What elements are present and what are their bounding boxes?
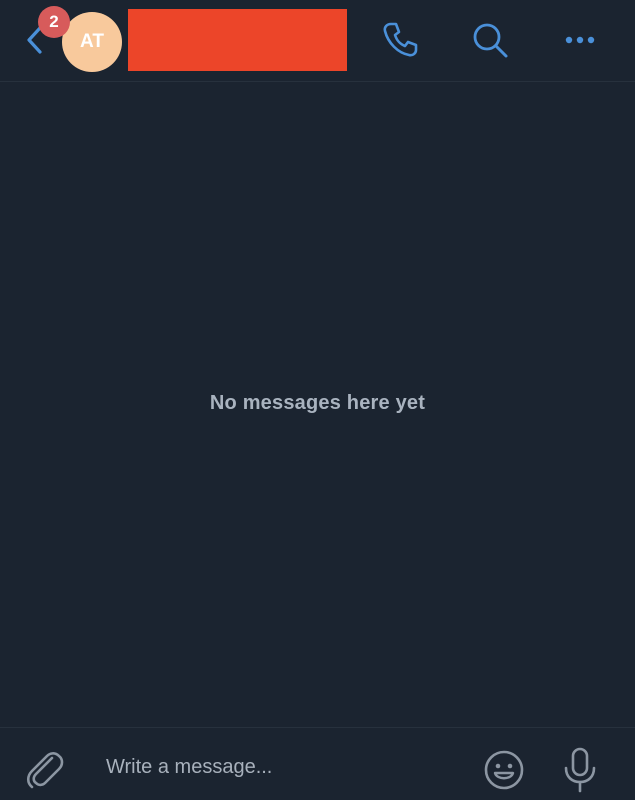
- avatar-initials: AT: [80, 31, 104, 52]
- redacted-contact-name: [128, 9, 347, 71]
- microphone-icon: [564, 747, 596, 793]
- search-button[interactable]: [470, 20, 510, 60]
- message-input[interactable]: [106, 752, 456, 782]
- paperclip-icon: [26, 752, 64, 789]
- smiley-icon: [484, 750, 524, 790]
- voice-message-button[interactable]: [560, 746, 600, 794]
- more-options-button[interactable]: [560, 20, 600, 60]
- message-composer: [0, 727, 635, 800]
- emoji-button[interactable]: [482, 748, 526, 792]
- more-horizontal-icon: [565, 36, 595, 44]
- contact-avatar[interactable]: AT: [62, 12, 122, 72]
- search-icon: [473, 23, 508, 58]
- phone-icon: [383, 22, 418, 57]
- chat-header: 2 AT: [0, 0, 635, 82]
- empty-conversation-message: No messages here yet: [209, 392, 426, 414]
- call-button[interactable]: [380, 20, 420, 60]
- unread-badge: 2: [38, 6, 70, 38]
- attach-button[interactable]: [22, 748, 66, 792]
- chat-screen: 2 AT No messages here yet: [0, 0, 635, 800]
